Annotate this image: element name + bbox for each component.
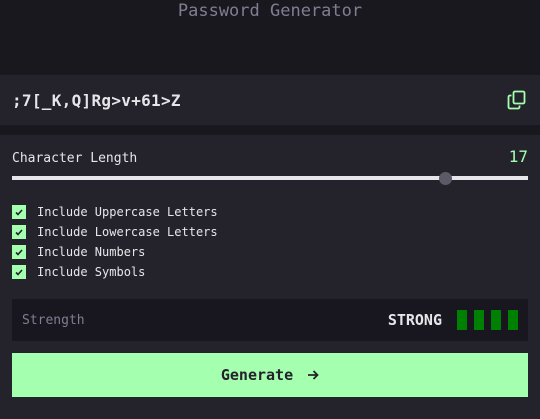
- length-value: 17: [508, 147, 528, 166]
- strength-indicator: STRONG: [388, 310, 518, 330]
- option-label: Include Lowercase Letters: [37, 225, 218, 239]
- length-slider[interactable]: [12, 172, 528, 185]
- strength-meter: Strength STRONG: [12, 299, 528, 341]
- option-uppercase[interactable]: Include Uppercase Letters: [12, 202, 218, 222]
- strength-label: Strength: [22, 312, 85, 328]
- generator-panel: Character Length 17 Include Uppercase Le…: [0, 135, 540, 419]
- strength-bar: [457, 310, 467, 330]
- length-label: Character Length: [12, 151, 138, 166]
- option-label: Include Uppercase Letters: [37, 205, 218, 219]
- option-lowercase[interactable]: Include Lowercase Letters: [12, 222, 218, 242]
- check-icon: [15, 208, 23, 216]
- strength-bar: [491, 310, 501, 330]
- checkbox-symbols[interactable]: [12, 265, 26, 279]
- option-label: Include Symbols: [37, 265, 146, 279]
- copy-icon[interactable]: [506, 89, 528, 111]
- checkbox-lowercase[interactable]: [12, 225, 26, 239]
- check-icon: [15, 248, 23, 256]
- strength-bar: [508, 310, 518, 330]
- strength-value: STRONG: [387, 311, 442, 329]
- password-text: ;7[_K,Q]Rg>v+61>Z: [12, 90, 181, 110]
- generate-button[interactable]: Generate: [12, 353, 528, 397]
- arrow-right-icon: [308, 370, 319, 380]
- option-numbers[interactable]: Include Numbers: [12, 242, 218, 262]
- generate-label: Generate: [220, 366, 294, 384]
- option-label: Include Numbers: [37, 245, 146, 259]
- length-row: Character Length 17: [12, 147, 528, 166]
- slider-thumb[interactable]: [439, 172, 453, 185]
- check-icon: [15, 268, 23, 276]
- option-symbols[interactable]: Include Symbols: [12, 262, 218, 282]
- strength-bar: [474, 310, 484, 330]
- check-icon: [15, 228, 23, 236]
- options-list: Include Uppercase Letters Include Lowerc…: [12, 202, 218, 282]
- checkbox-uppercase[interactable]: [12, 205, 26, 219]
- password-display: ;7[_K,Q]Rg>v+61>Z: [0, 75, 540, 125]
- page-title: Password Generator: [177, 1, 363, 21]
- checkbox-numbers[interactable]: [12, 245, 26, 259]
